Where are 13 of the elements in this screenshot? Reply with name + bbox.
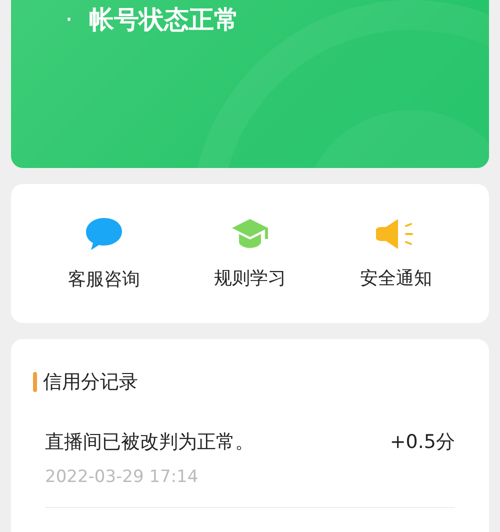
shortcut-label[interactable]: 客服咨询 [68, 266, 140, 290]
graduation-cap-icon [231, 218, 269, 250]
chat-bubble-icon [85, 216, 123, 250]
shortcut-label[interactable]: 规则学习 [214, 266, 286, 290]
record-points: +0.5分 [390, 430, 455, 455]
speaker-icon [376, 218, 416, 250]
accent-bar [33, 372, 37, 392]
bullet: · [65, 4, 73, 36]
record-time: 2022-03-29 17:14 [45, 467, 198, 487]
section-title: 信用分记录 [43, 370, 138, 395]
record-text: 直播间已被改判为正常。 [45, 430, 254, 455]
account-status: 帐号状态正常 [88, 4, 239, 36]
shortcut-label[interactable]: 安全通知 [360, 266, 432, 290]
